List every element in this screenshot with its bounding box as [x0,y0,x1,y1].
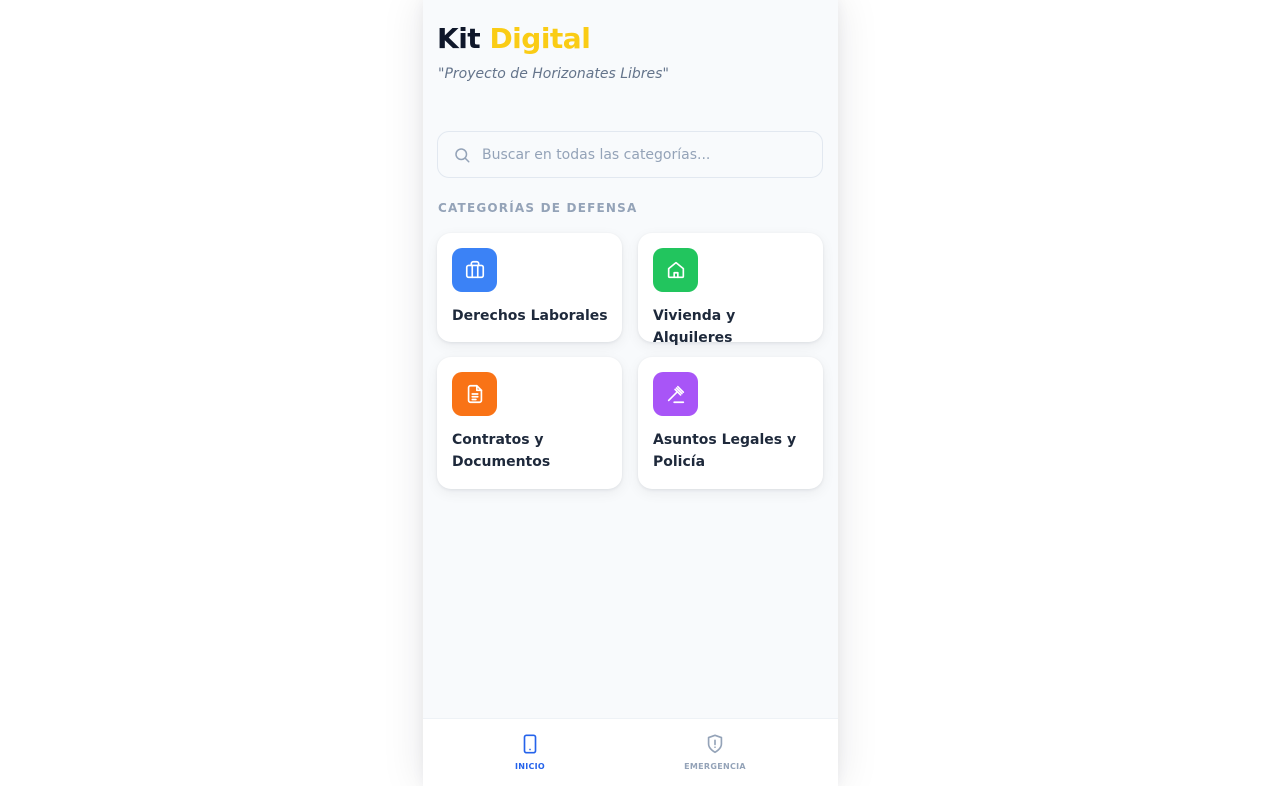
category-card-vivienda[interactable]: Vivienda y Alquileres [638,233,823,346]
nav-label-emergencia: EMERGENCIA [684,762,746,771]
app-screen: Kit Digital "Proyecto de Horizonates Lib… [423,0,838,786]
category-card-asuntos-legales[interactable]: Asuntos Legales y Policía [638,357,823,489]
briefcase-icon [452,248,497,292]
shield-alert-icon [704,733,726,755]
category-label: Vivienda y Alquileres [653,308,736,346]
nav-item-emergencia[interactable]: EMERGENCIA [655,719,775,786]
app-title: Kit Digital [437,22,591,56]
category-card-derechos-laborales[interactable]: Derechos Laborales [437,233,622,342]
app-title-main: Kit [437,22,481,55]
phone-icon [519,733,541,755]
search-input[interactable] [482,132,812,177]
document-icon [452,372,497,416]
category-label: Derechos Laborales [452,308,608,324]
app-title-accent: Digital [489,22,591,55]
nav-label-inicio: INICIO [514,762,546,771]
app-subtitle: "Proyecto de Horizonates Libres" [438,66,669,82]
section-heading: CATEGORÍAS DE DEFENSA [438,201,638,215]
gavel-icon [653,372,698,416]
search-icon [453,146,471,164]
category-label: Contratos y Documentos [452,432,551,470]
home-icon [653,248,698,292]
bottom-nav: INICIO EMERGENCIA [423,718,838,786]
nav-item-inicio[interactable]: INICIO [470,719,590,786]
category-card-contratos[interactable]: Contratos y Documentos [437,357,622,489]
search-box[interactable] [437,131,823,178]
category-label: Asuntos Legales y Policía [653,432,797,470]
